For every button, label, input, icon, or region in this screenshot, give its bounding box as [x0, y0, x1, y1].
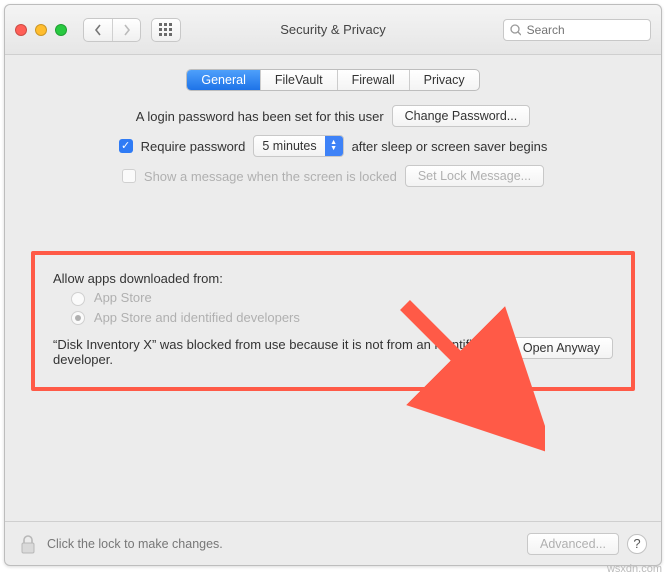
tab-firewall[interactable]: Firewall: [337, 70, 409, 90]
after-sleep-label: after sleep or screen saver begins: [352, 139, 548, 154]
blocked-app-message: “Disk Inventory X” was blocked from use …: [53, 337, 496, 367]
require-password-delay-dropdown[interactable]: 5 minutes ▲▼: [253, 135, 343, 157]
allow-appstore-label: App Store: [94, 290, 152, 305]
toolbar: Security & Privacy: [5, 5, 661, 55]
search-icon: [510, 24, 521, 36]
allow-apps-heading: Allow apps downloaded from:: [53, 271, 613, 286]
watermark: wsxdn.com: [607, 563, 662, 575]
set-lock-message-button[interactable]: Set Lock Message...: [405, 165, 544, 187]
advanced-button[interactable]: Advanced...: [527, 533, 619, 555]
back-button[interactable]: [84, 19, 112, 41]
lock-icon[interactable]: [19, 533, 37, 555]
toolbar-search[interactable]: [503, 19, 651, 41]
show-all-button[interactable]: [151, 18, 181, 42]
chevron-left-icon: [94, 24, 102, 36]
allow-identified-label: App Store and identified developers: [94, 310, 300, 325]
help-button[interactable]: ?: [627, 534, 647, 554]
forward-button[interactable]: [112, 19, 140, 41]
grid-icon: [159, 23, 173, 37]
close-window-button[interactable]: [15, 24, 27, 36]
chevron-right-icon: [123, 24, 131, 36]
login-password-set-label: A login password has been set for this u…: [136, 109, 384, 124]
require-password-delay-value: 5 minutes: [262, 139, 324, 153]
tab-privacy[interactable]: Privacy: [409, 70, 479, 90]
search-input[interactable]: [525, 22, 644, 38]
traffic-lights: [15, 24, 73, 36]
nav-back-forward: [83, 18, 141, 42]
dropdown-stepper-icon: ▲▼: [325, 136, 343, 156]
minimize-window-button[interactable]: [35, 24, 47, 36]
allow-identified-radio[interactable]: [71, 311, 85, 325]
show-message-label: Show a message when the screen is locked: [144, 169, 397, 184]
allow-apps-section: Allow apps downloaded from: App Store Ap…: [31, 251, 635, 391]
require-password-label: Require password: [141, 139, 246, 154]
tab-general[interactable]: General: [187, 70, 259, 90]
allow-appstore-radio[interactable]: [71, 292, 85, 306]
change-password-button[interactable]: Change Password...: [392, 105, 531, 127]
tab-filevault[interactable]: FileVault: [260, 70, 337, 90]
allow-appstore-row: App Store: [71, 290, 613, 306]
open-anyway-button[interactable]: Open Anyway: [510, 337, 613, 359]
zoom-window-button[interactable]: [55, 24, 67, 36]
allow-identified-row: App Store and identified developers: [71, 310, 613, 326]
security-privacy-window: Security & Privacy General FileVault Fir…: [4, 4, 662, 566]
footer: Click the lock to make changes. Advanced…: [5, 521, 661, 565]
tab-bar: General FileVault Firewall Privacy: [5, 69, 661, 91]
content-area: A login password has been set for this u…: [5, 105, 661, 521]
require-password-checkbox[interactable]: [119, 139, 133, 153]
lock-hint-label: Click the lock to make changes.: [47, 537, 223, 551]
show-message-checkbox[interactable]: [122, 169, 136, 183]
